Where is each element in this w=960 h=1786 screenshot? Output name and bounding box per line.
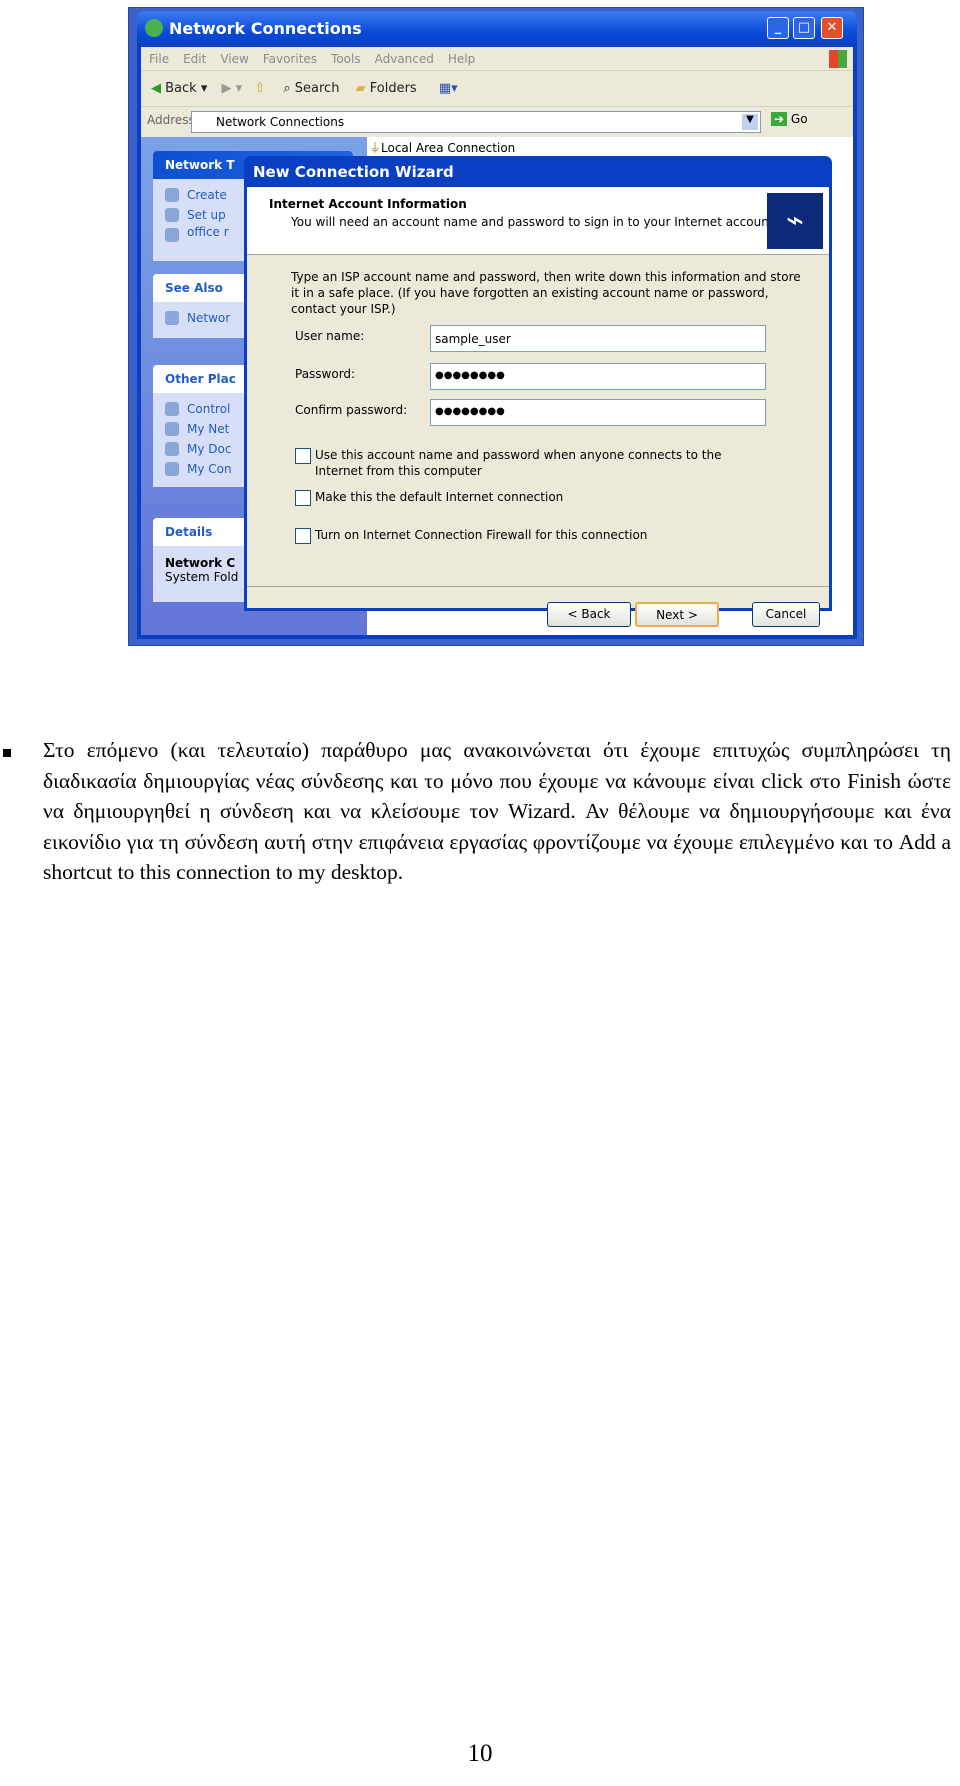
title-bar: Network Connections _ □ ✕ bbox=[137, 11, 857, 47]
network-connections-window: Network Connections _ □ ✕ File Edit View Fa… bbox=[137, 11, 857, 639]
menu-favorites[interactable]: Favorites bbox=[263, 52, 317, 66]
menu-view[interactable]: View bbox=[220, 52, 248, 66]
bullet-icon bbox=[3, 749, 11, 757]
local-area-connection-item[interactable]: ⏚Local Area Connection bbox=[369, 139, 515, 156]
wizard-header: Internet Account Information You will ne… bbox=[247, 187, 829, 255]
minimize-button[interactable]: _ bbox=[767, 17, 789, 39]
menu-help[interactable]: Help bbox=[448, 52, 475, 66]
confirm-password-input[interactable]: ●●●●●●●● bbox=[430, 399, 766, 426]
window-title: Network Connections bbox=[169, 19, 362, 38]
new-connection-wizard-dialog: New Connection Wizard Internet Account I… bbox=[244, 156, 832, 627]
forward-button[interactable]: ▶ ▾ bbox=[222, 81, 243, 96]
windows-logo-icon bbox=[829, 50, 847, 68]
cancel-button[interactable]: Cancel bbox=[752, 602, 820, 627]
folder-icon: ▰ bbox=[355, 81, 366, 96]
address-input[interactable]: Network Connections ▼ bbox=[191, 111, 761, 133]
network-cable-icon: ⏚ bbox=[369, 141, 382, 155]
menu-edit[interactable]: Edit bbox=[183, 52, 206, 66]
network-plug-icon: ⌁ bbox=[767, 193, 823, 249]
divider bbox=[247, 586, 829, 587]
search-icon: ⌕ bbox=[283, 81, 291, 96]
use-account-for-anyone-checkbox[interactable]: Use this account name and password when … bbox=[295, 447, 765, 479]
maximize-button[interactable]: □ bbox=[793, 17, 815, 39]
search-button[interactable]: ⌕ Search bbox=[283, 81, 339, 96]
folders-button[interactable]: ▰ Folders bbox=[356, 81, 417, 96]
up-folder-icon[interactable]: ⇧ bbox=[254, 81, 265, 96]
confirm-password-label: Confirm password: bbox=[295, 403, 408, 417]
default-connection-checkbox[interactable]: Make this the default Internet connectio… bbox=[295, 489, 765, 506]
address-bar: Address Network Connections ▼ ➔ Go bbox=[141, 107, 853, 137]
username-label: User name: bbox=[295, 329, 365, 343]
page-number: 10 bbox=[467, 1740, 493, 1767]
wizard-title: New Connection Wizard bbox=[253, 163, 454, 181]
username-input[interactable]: sample_user bbox=[430, 325, 766, 352]
wizard-instructions: Type an ISP account name and password, t… bbox=[291, 270, 801, 316]
menu-advanced[interactable]: Advanced bbox=[375, 52, 434, 66]
password-label: Password: bbox=[295, 367, 356, 381]
network-globe-icon bbox=[145, 19, 163, 37]
menu-tools[interactable]: Tools bbox=[331, 52, 361, 66]
back-arrow-icon: ◀ bbox=[151, 81, 161, 96]
back-button[interactable]: < Back bbox=[547, 602, 631, 627]
wizard-heading: Internet Account Information bbox=[269, 197, 467, 211]
next-button[interactable]: Next > bbox=[635, 602, 719, 627]
body-paragraph: Στο επόμενο (και τελευταίο) παράθυρο μας… bbox=[43, 738, 951, 884]
password-input[interactable]: ●●●●●●●● bbox=[430, 363, 766, 390]
back-button[interactable]: ◀ Back ▾ bbox=[151, 81, 207, 96]
wizard-body: Internet Account Information You will ne… bbox=[247, 187, 829, 627]
go-button[interactable]: ➔ Go bbox=[771, 112, 808, 126]
chevron-down-icon[interactable]: ▼ bbox=[742, 114, 758, 130]
views-button[interactable]: ▦▾ bbox=[439, 81, 458, 96]
firewall-checkbox[interactable]: Turn on Internet Connection Firewall for… bbox=[295, 527, 765, 544]
screenshot: Network Connections _ □ ✕ File Edit View Fa… bbox=[128, 7, 864, 646]
go-arrow-icon: ➔ bbox=[771, 112, 788, 126]
toolbar: ◀ Back ▾ ▶ ▾ ⇧ ⌕ Search ▰ Folders ▦▾ bbox=[141, 71, 853, 107]
close-button[interactable]: ✕ bbox=[821, 17, 843, 39]
address-label: Address bbox=[147, 113, 195, 127]
wizard-subheading: You will need an account name and passwo… bbox=[291, 215, 778, 229]
menu-file[interactable]: File bbox=[149, 52, 169, 66]
menu-bar: File Edit View Favorites Tools Advanced Help bbox=[141, 47, 853, 71]
